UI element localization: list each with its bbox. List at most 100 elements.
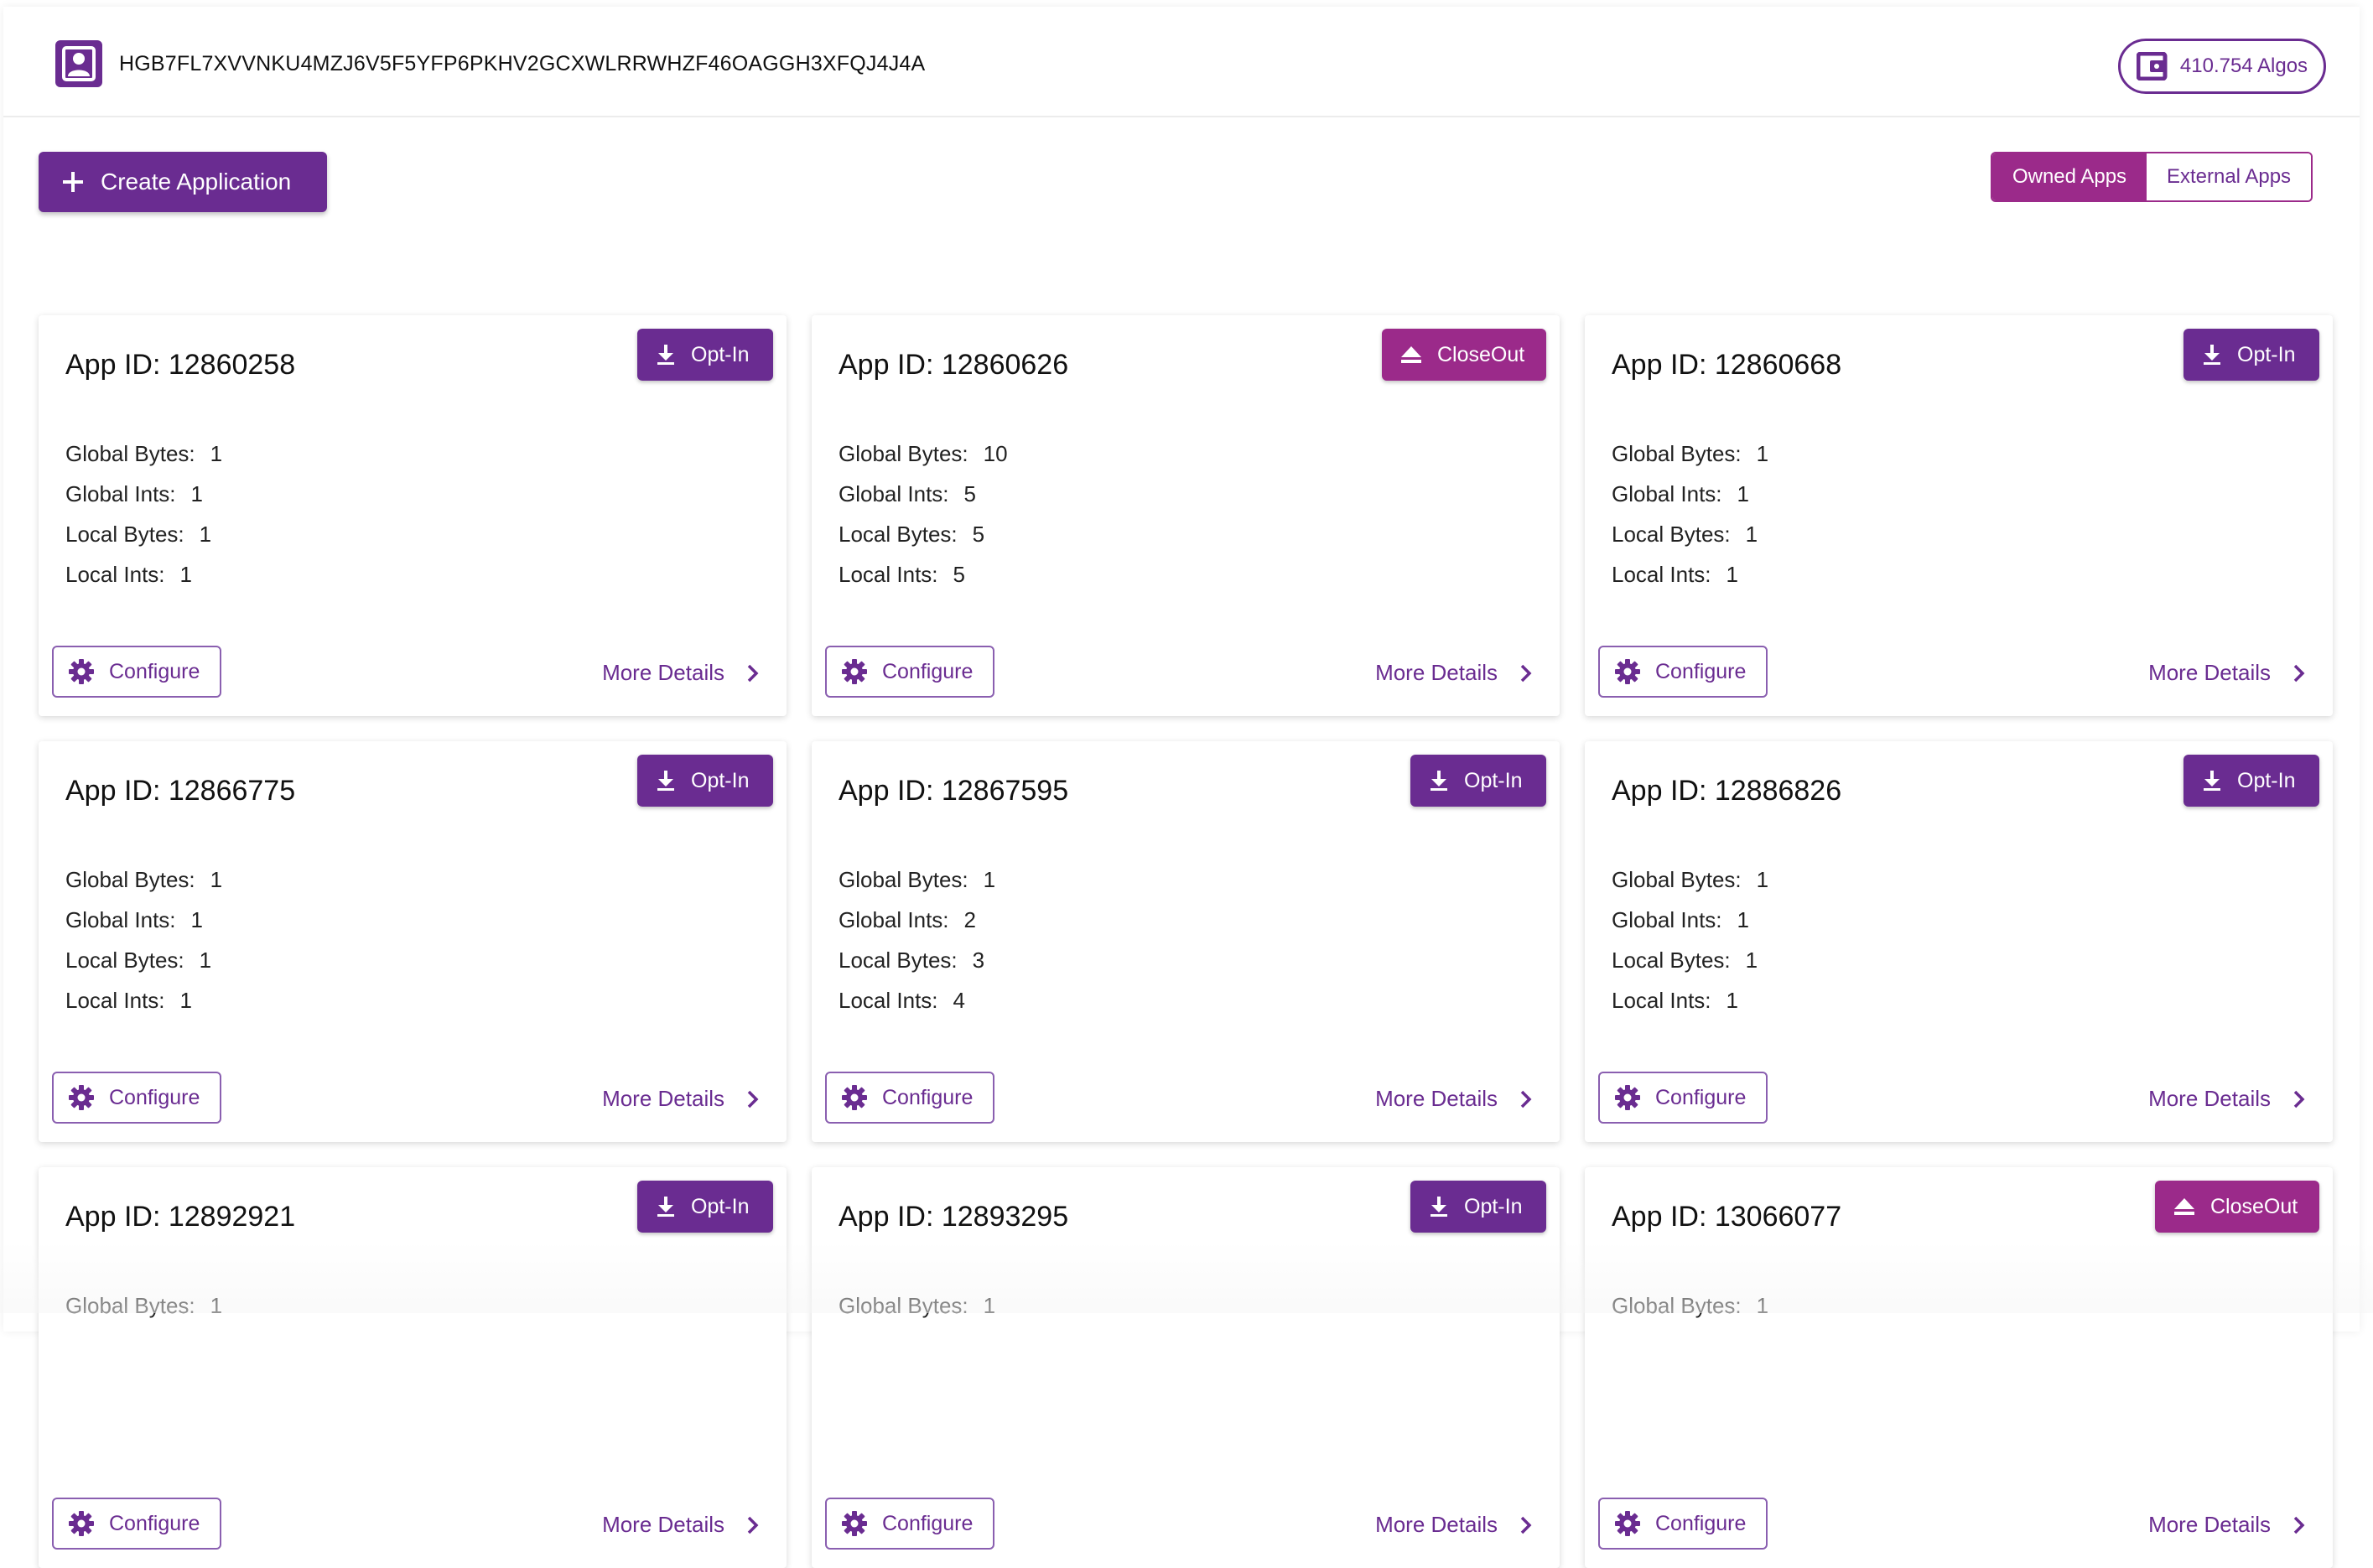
configure-label: Configure [882,1085,974,1109]
more-details-link[interactable]: More Details [2148,1512,2306,1538]
app-card: App ID: 12893295 Opt-In Global Bytes: 1 Conf… [812,1167,1560,1568]
stat-label-global-ints: Global Ints: [1612,481,1722,506]
gear-icon [842,1511,867,1536]
stat-row-global-bytes: Global Bytes: 1 [65,441,222,481]
stat-row-global-ints: Global Ints: 1 [65,907,222,948]
stat-label-global-ints: Global Ints: [65,481,176,506]
stat-label-local-bytes: Local Bytes: [839,522,958,547]
more-details-label: More Details [2148,660,2271,685]
stat-value-global-ints: 2 [963,907,976,932]
more-details-link[interactable]: More Details [1375,1512,1533,1538]
create-application-button[interactable]: Create Application [39,152,327,212]
user-icon [62,46,96,81]
eject-icon [2174,1198,2194,1215]
stat-label-local-ints: Local Ints: [65,988,165,1013]
stat-row-global-ints: Global Ints: 1 [1612,481,1768,522]
action-label: Opt-In [2237,342,2296,366]
action-label: Opt-In [2237,768,2296,792]
stat-label-global-ints: Global Ints: [839,907,949,932]
stat-value-global-bytes: 10 [983,441,1008,466]
stat-row-local-bytes: Local Bytes: 1 [1612,522,1768,562]
stat-value-local-bytes: 3 [972,948,985,973]
gear-icon [842,1085,867,1110]
configure-button[interactable]: Configure [825,646,994,698]
stat-row-local-bytes: Local Bytes: 1 [65,522,222,562]
app-id-title: App ID: 12892921 [65,1201,296,1233]
opt-in-button[interactable]: Opt-In [2183,329,2319,381]
more-details-link[interactable]: More Details [602,1086,760,1112]
more-details-link[interactable]: More Details [2148,1086,2306,1112]
download-icon [657,1197,674,1217]
apps-filter-toggle: Owned Apps External Apps [1991,152,2313,202]
stat-label-local-ints: Local Ints: [1612,988,1711,1013]
balance-pill[interactable]: 410.754 Algos [2118,39,2326,94]
configure-button[interactable]: Configure [52,1498,221,1550]
top-bar: HGB7FL7XVVNKU4MZJ6V5F5YFP6PKHV2GCXWLRRWH… [3,7,2360,117]
chevron-right-icon [1520,664,1532,682]
configure-button[interactable]: Configure [52,646,221,698]
configure-button[interactable]: Configure [1598,646,1768,698]
more-details-link[interactable]: More Details [602,660,760,686]
tab-external-apps[interactable]: External Apps [2147,153,2311,200]
account-avatar[interactable] [55,40,102,87]
stat-value-global-ints: 5 [963,481,976,506]
app-card: App ID: 12860668 Opt-In Global Bytes: 1 Glob… [1585,315,2333,716]
more-details-link[interactable]: More Details [1375,660,1533,686]
stat-row-global-bytes: Global Bytes: 1 [65,1293,222,1333]
more-details-label: More Details [1375,1086,1498,1111]
configure-button[interactable]: Configure [1598,1498,1768,1550]
configure-button[interactable]: Configure [825,1072,994,1124]
more-details-label: More Details [602,1512,724,1537]
tab-owned-apps[interactable]: Owned Apps [1992,153,2147,200]
configure-button[interactable]: Configure [1598,1072,1768,1124]
create-application-label: Create Application [101,169,292,195]
stat-row-local-ints: Local Ints: 1 [65,562,222,602]
more-details-label: More Details [2148,1512,2271,1537]
opt-in-button[interactable]: Opt-In [1410,1181,1546,1233]
opt-in-button[interactable]: Opt-In [637,1181,773,1233]
stat-row-global-ints: Global Ints: 2 [839,907,995,948]
more-details-link[interactable]: More Details [2148,660,2306,686]
closeout-button[interactable]: CloseOut [2155,1181,2319,1233]
opt-in-button[interactable]: Opt-In [637,755,773,807]
stat-row-global-ints: Global Ints: 1 [65,481,222,522]
app-id-title: App ID: 12860668 [1612,349,1842,381]
app-id-title: App ID: 12886826 [1612,775,1842,807]
configure-button[interactable]: Configure [825,1498,994,1550]
stat-value-global-ints: 1 [1737,481,1749,506]
stat-value-global-bytes: 1 [210,441,223,466]
stat-value-local-ints: 1 [179,988,192,1013]
stat-row-local-ints: Local Ints: 4 [839,988,995,1028]
stat-row-global-bytes: Global Bytes: 1 [839,867,995,907]
stat-label-global-bytes: Global Bytes: [839,1293,968,1318]
opt-in-button[interactable]: Opt-In [1410,755,1546,807]
more-details-label: More Details [602,1086,724,1111]
stat-value-global-ints: 1 [190,481,203,506]
app-id-title: App ID: 12867595 [839,775,1069,807]
closeout-button[interactable]: CloseOut [1382,329,1546,381]
opt-in-button[interactable]: Opt-In [637,329,773,381]
stat-row-local-bytes: Local Bytes: 1 [65,948,222,988]
configure-label: Configure [109,1085,200,1109]
configure-button[interactable]: Configure [52,1072,221,1124]
stat-label-local-bytes: Local Bytes: [1612,522,1731,547]
configure-label: Configure [1655,1085,1747,1109]
stat-label-local-ints: Local Ints: [65,562,165,587]
opt-in-button[interactable]: Opt-In [2183,755,2319,807]
app-stats: Global Bytes: 1 Global Ints: 1 Local Bytes: 1… [1612,867,1768,1028]
more-details-label: More Details [602,660,724,685]
stat-row-local-ints: Local Ints: 5 [839,562,1008,602]
stat-label-global-ints: Global Ints: [65,907,176,932]
more-details-link[interactable]: More Details [1375,1086,1533,1112]
stat-value-global-bytes: 1 [1756,441,1769,466]
app-stats: Global Bytes: 1 Global Ints: 1 Local Bytes: 1… [65,867,222,1028]
stat-label-local-ints: Local Ints: [839,988,938,1013]
more-details-link[interactable]: More Details [602,1512,760,1538]
configure-label: Configure [1655,659,1747,683]
chevron-right-icon [2293,1516,2305,1534]
stat-value-global-bytes: 1 [1756,1293,1769,1318]
action-label: Opt-In [1464,1194,1523,1218]
download-icon [1431,771,1447,791]
gear-icon [1615,1085,1640,1110]
configure-label: Configure [109,659,200,683]
